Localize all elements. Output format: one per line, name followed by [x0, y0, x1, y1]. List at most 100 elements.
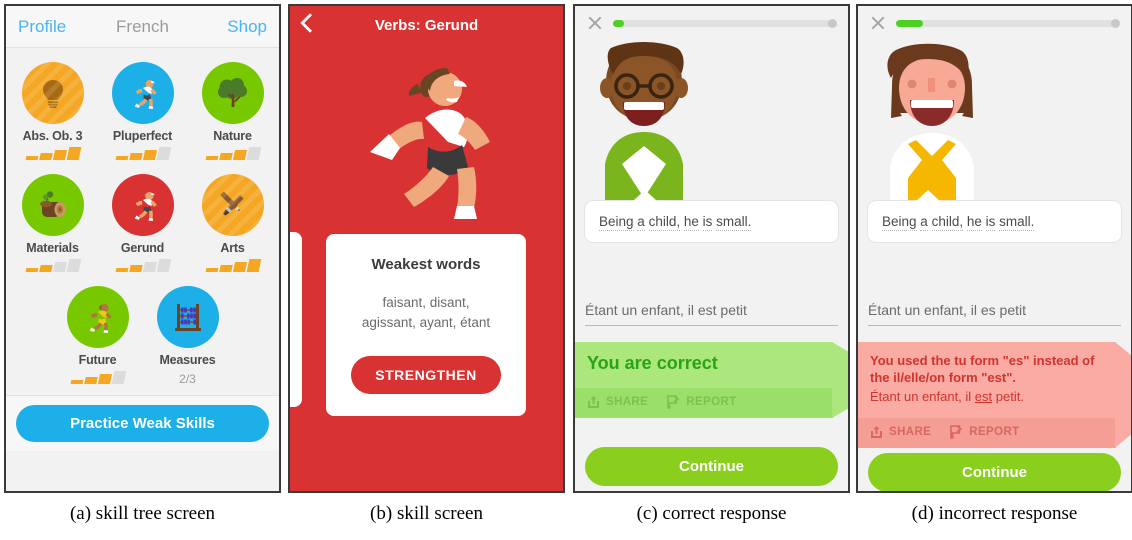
top-navigation-bar: Profile French Shop — [6, 6, 279, 48]
adjacent-skill-card-peek[interactable] — [290, 232, 302, 407]
lightbulb-icon[interactable] — [21, 62, 84, 124]
skill-item-abs-ob-3[interactable]: Abs. Ob. 3 — [16, 62, 90, 160]
share-label: SHARE — [889, 425, 932, 438]
abacus-glyph — [174, 304, 201, 331]
report-flag-icon — [950, 424, 963, 439]
prompt-word[interactable]: Being — [599, 214, 634, 231]
prompt-word[interactable]: a — [920, 214, 928, 231]
runner-icon[interactable] — [111, 62, 174, 124]
skill-label: Abs. Ob. 3 — [22, 129, 83, 143]
feedback-banner-incorrect: You used the tu form "es" instead of the… — [858, 342, 1116, 448]
runner-glyph — [134, 192, 157, 221]
share-icon — [588, 396, 599, 408]
answer-input[interactable]: Étant un enfant, il est petit — [585, 302, 838, 326]
feedback-title: You are correct — [587, 353, 718, 373]
tree-glyph — [217, 78, 247, 107]
brush-pencil-icon[interactable] — [201, 174, 264, 236]
share-button[interactable]: SHARE — [587, 395, 648, 409]
skill-progress-bars — [196, 147, 270, 160]
log-icon[interactable] — [21, 174, 84, 236]
caption-c: (c) correct response — [636, 503, 787, 524]
figure-four-app-screens: Profile French Shop Abs. Ob. 3 Pluperfec… — [0, 0, 1132, 540]
caption-b: (b) skill screen — [370, 503, 483, 524]
feedback-actions: SHARE REPORT — [858, 417, 1116, 448]
abacus-icon[interactable] — [156, 286, 219, 348]
report-button[interactable]: REPORT — [666, 395, 736, 409]
skill-item-pluperfect[interactable]: Pluperfect — [106, 62, 180, 160]
character-illustration: Being a child, he is small. — [575, 40, 848, 243]
character-illustration: Being a child, he is small. — [858, 40, 1131, 243]
skill-progress-bars — [16, 259, 90, 272]
share-button[interactable]: SHARE — [870, 425, 931, 439]
skill-item-materials[interactable]: Materials — [16, 174, 90, 272]
lesson-progress-fill — [613, 19, 625, 27]
runner-icon[interactable] — [111, 174, 174, 236]
lesson-progress-fill — [896, 19, 923, 27]
continue-button[interactable]: Continue — [868, 453, 1121, 491]
skill-label: Materials — [26, 241, 79, 255]
boy-with-glasses-glyph — [600, 42, 688, 204]
tree-icon[interactable] — [201, 62, 264, 124]
prompt-word[interactable]: he — [966, 214, 982, 231]
report-label: REPORT — [969, 425, 1020, 438]
feedback-title: You used the tu form "es" instead of the… — [870, 353, 1095, 385]
correction-prefix: Étant un enfant, il — [870, 388, 975, 404]
practice-weak-skills-button[interactable]: Practice Weak Skills — [16, 405, 269, 442]
weakest-words-line-2: agissant, ayant, étant — [361, 314, 491, 330]
runner-glyph — [89, 304, 112, 333]
skill-item-nature[interactable]: Nature — [196, 62, 270, 160]
prompt-word[interactable]: a — [637, 214, 645, 231]
prompt-word[interactable]: child, — [931, 214, 964, 231]
skill-item-arts[interactable]: Arts — [196, 174, 270, 272]
skill-lesson-count: 2/3 — [179, 372, 196, 386]
skill-progress-bars — [196, 259, 270, 272]
prompt-word[interactable]: is — [702, 214, 713, 231]
continue-button[interactable]: Continue — [585, 447, 838, 486]
report-flag-icon — [667, 395, 680, 409]
prompt-word[interactable]: small. — [999, 214, 1035, 231]
close-icon[interactable] — [870, 15, 886, 31]
share-icon — [871, 425, 882, 438]
answer-text: Étant un enfant, il est petit — [585, 302, 747, 318]
skill-item-measures[interactable]: Measures 2/3 — [151, 286, 225, 386]
skill-tree-body: Abs. Ob. 3 Pluperfect Nature Materials G… — [6, 48, 279, 451]
lesson-top-bar — [858, 6, 1131, 40]
skill-item-gerund[interactable]: Gerund — [106, 174, 180, 272]
skill-progress-bars — [16, 147, 90, 160]
correction-suffix: petit. — [992, 388, 1024, 404]
skill-label: Arts — [220, 241, 245, 255]
report-button[interactable]: REPORT — [949, 424, 1020, 439]
close-icon[interactable] — [587, 15, 603, 31]
lesson-progress-bar — [896, 18, 1120, 28]
brush-pencil-glyph — [219, 191, 244, 216]
shop-link[interactable]: Shop — [227, 17, 267, 37]
prompt-word[interactable]: Being — [882, 214, 917, 231]
skill-progress-bars — [106, 259, 180, 272]
strengthen-button[interactable]: STRENGTHEN — [351, 356, 501, 395]
profile-link[interactable]: Profile — [18, 17, 66, 37]
skill-tree-screen: Profile French Shop Abs. Ob. 3 Pluperfec… — [4, 4, 281, 493]
skill-label: Future — [78, 353, 117, 367]
caption-a: (a) skill tree screen — [69, 503, 216, 524]
skill-item-future[interactable]: Future — [61, 286, 135, 386]
prompt-text: Being a child, he is small. — [882, 214, 1107, 231]
runner-icon[interactable] — [66, 286, 129, 348]
weakest-words-list: faisant, disant, agissant, ayant, étant — [340, 293, 512, 332]
prompt-bubble: Being a child, he is small. — [867, 190, 1122, 243]
incorrect-response-screen: Being a child, he is small. Étant un enf… — [856, 4, 1132, 493]
skill-row: Abs. Ob. 3 Pluperfect Nature — [6, 62, 279, 160]
skill-screen-title: Verbs: Gerund — [374, 17, 479, 34]
lesson-progress-knob — [828, 18, 837, 28]
weakest-words-card: Weakest words faisant, disant, agissant,… — [326, 234, 526, 417]
skill-row: Materials Gerund Arts — [6, 174, 279, 272]
skill-screen: Verbs: Gerund Weakest words faisant, dis… — [288, 4, 565, 493]
prompt-bubble: Being a child, he is small. — [584, 190, 839, 243]
prompt-word[interactable]: small. — [716, 214, 752, 231]
prompt-word[interactable]: he — [683, 214, 699, 231]
answer-input[interactable]: Étant un enfant, il es petit — [868, 302, 1121, 326]
prompt-text: Being a child, he is small. — [599, 214, 824, 231]
caption-d: (d) incorrect response — [911, 503, 1078, 524]
prompt-word[interactable]: is — [985, 214, 996, 231]
lesson-progress-bar — [613, 18, 837, 28]
prompt-word[interactable]: child, — [648, 214, 681, 231]
